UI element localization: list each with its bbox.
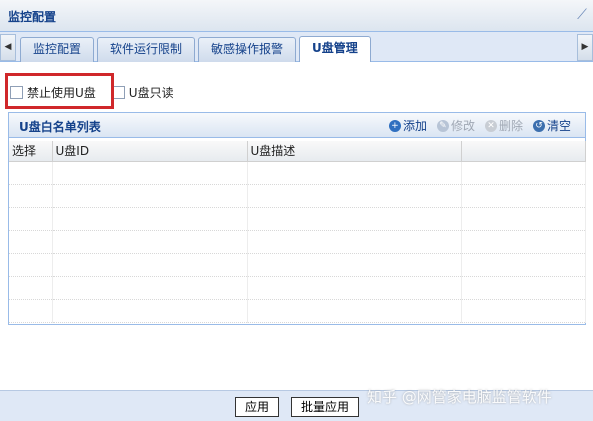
- table-row: [9, 207, 586, 231]
- table-cell: [247, 207, 462, 231]
- column-header-usb-desc[interactable]: U盘描述: [247, 141, 462, 162]
- table-row: [9, 276, 586, 300]
- tab-sensitive-alert[interactable]: 敏感操作报警: [198, 37, 297, 62]
- watermark-text: 知乎 @网管家电脑监管软件: [367, 388, 552, 406]
- usb-options: 禁止使用U盘 U盘只读: [10, 83, 190, 101]
- column-header-select[interactable]: 选择: [9, 141, 53, 162]
- table-cell: [9, 230, 53, 254]
- tab-usb-management[interactable]: U盘管理: [299, 36, 371, 62]
- table-cell: [52, 184, 248, 208]
- table-cell: [9, 184, 53, 208]
- window-title: 监控配置: [8, 10, 57, 24]
- add-button[interactable]: + 添加: [388, 117, 427, 134]
- table-cell: [461, 276, 586, 300]
- table-body: [9, 161, 586, 323]
- whitelist-table: 选择 U盘ID U盘描述: [9, 141, 586, 323]
- whitelist-toolbar: + 添加 ✎ 修改 ✕ 删除 ↺ 清空: [388, 117, 571, 134]
- table-cell: [9, 207, 53, 231]
- clear-icon: ↺: [532, 119, 545, 132]
- tab-monitor-config[interactable]: 监控配置: [20, 37, 95, 62]
- arrow-right-icon: ▶: [581, 42, 589, 52]
- table-cell: [247, 253, 462, 277]
- usb-readonly-label: U盘只读: [128, 85, 174, 100]
- delete-label: 删除: [498, 119, 523, 133]
- table-cell: [52, 207, 248, 231]
- table-cell: [9, 299, 53, 323]
- batch-apply-button[interactable]: 批量应用: [291, 397, 359, 417]
- delete-icon: ✕: [484, 119, 497, 132]
- tab-content: 禁止使用U盘 U盘只读 U盘白名单列表 + 添加 ✎ 修改 ✕ 删除 ↺ 清空 …: [0, 63, 593, 390]
- arrow-left-icon: ◀: [4, 42, 12, 52]
- table-cell: [52, 299, 248, 323]
- apply-button[interactable]: 应用: [235, 397, 279, 417]
- edit-icon: ✎: [436, 119, 449, 132]
- tab-scroll-right-button[interactable]: ▶: [577, 34, 593, 61]
- table-row: [9, 161, 586, 185]
- edit-label: 修改: [450, 119, 475, 133]
- clear-button[interactable]: ↺ 清空: [532, 117, 571, 134]
- table-cell: [461, 299, 586, 323]
- table-cell: [9, 253, 53, 277]
- column-header-extra: [461, 141, 586, 162]
- table-cell: [52, 276, 248, 300]
- tab-software-restriction[interactable]: 软件运行限制: [97, 37, 196, 62]
- add-label: 添加: [402, 119, 427, 133]
- column-header-usb-id[interactable]: U盘ID: [52, 141, 248, 162]
- disable-usb-option[interactable]: 禁止使用U盘: [10, 84, 96, 101]
- table-row: [9, 184, 586, 208]
- table-row: [9, 253, 586, 277]
- whitelist-panel: U盘白名单列表 + 添加 ✎ 修改 ✕ 删除 ↺ 清空 选择 U盘ID U盘描述: [8, 112, 586, 325]
- table-cell: [52, 161, 248, 185]
- table-cell: [247, 276, 462, 300]
- table-cell: [9, 161, 53, 185]
- table-cell: [461, 184, 586, 208]
- table-header-row: 选择 U盘ID U盘描述: [9, 141, 586, 162]
- disable-usb-checkbox[interactable]: [10, 85, 23, 99]
- table-cell: [247, 161, 462, 185]
- table-cell: [247, 230, 462, 254]
- whitelist-title: U盘白名单列表: [19, 120, 101, 134]
- table-cell: [247, 299, 462, 323]
- collapse-icon[interactable]: ⟋: [573, 6, 591, 24]
- table-row: [9, 230, 586, 254]
- table-row: [9, 299, 586, 323]
- usb-readonly-option[interactable]: U盘只读: [111, 84, 174, 101]
- table-cell: [9, 276, 53, 300]
- disable-usb-label: 禁止使用U盘: [27, 85, 96, 100]
- clear-label: 清空: [546, 119, 571, 133]
- tabs: 监控配置 软件运行限制 敏感操作报警 U盘管理: [20, 36, 374, 62]
- table-cell: [247, 184, 462, 208]
- usb-readonly-checkbox[interactable]: [111, 85, 125, 99]
- table-cell: [461, 207, 586, 231]
- table-cell: [461, 230, 586, 254]
- delete-button[interactable]: ✕ 删除: [484, 117, 523, 134]
- table-cell: [461, 161, 586, 185]
- edit-button[interactable]: ✎ 修改: [436, 117, 475, 134]
- plus-icon: +: [388, 119, 401, 132]
- table-cell: [461, 253, 586, 277]
- whitelist-header: U盘白名单列表 + 添加 ✎ 修改 ✕ 删除 ↺ 清空: [9, 113, 585, 138]
- table-cell: [52, 253, 248, 277]
- table-cell: [52, 230, 248, 254]
- window-titlebar: 监控配置 ⟋: [0, 0, 593, 32]
- tab-strip: ◀ 监控配置 软件运行限制 敏感操作报警 U盘管理 ▶: [0, 32, 593, 62]
- tab-scroll-left-button[interactable]: ◀: [0, 34, 16, 61]
